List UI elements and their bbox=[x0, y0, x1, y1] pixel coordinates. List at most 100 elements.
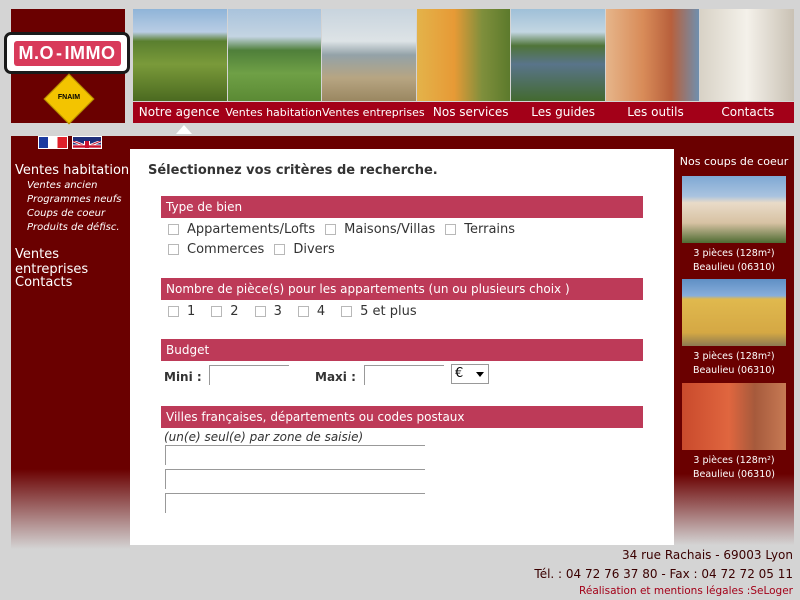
checkbox-label: 4 bbox=[316, 304, 326, 319]
type-bien-row-1: Appartements/Lofts Maisons/Villas Terrai… bbox=[168, 222, 525, 237]
budget-mini-label: Mini : bbox=[164, 370, 202, 384]
sidebar-item-ventes-entreprises[interactable]: Ventes entreprises bbox=[15, 247, 130, 277]
property-location: Beaulieu (06310) bbox=[692, 262, 775, 273]
sidebar-sub-produits-defisc[interactable]: Produits de défisc. bbox=[27, 221, 121, 235]
nav-item-les-guides[interactable]: Les guides bbox=[517, 102, 609, 123]
coup-de-coeur-item[interactable]: 3 pièces (128m²) Beaulieu (06310) bbox=[682, 279, 786, 378]
logo-area[interactable]: M.O - IMMO FNAIM bbox=[4, 9, 130, 125]
mo-immo-logo[interactable]: M.O - IMMO bbox=[4, 32, 130, 74]
nav-item-nos-services[interactable]: Nos services bbox=[425, 102, 517, 123]
checkbox-pieces-4[interactable]: 4 bbox=[297, 304, 326, 319]
left-sidebar: Ventes habitation Ventes ancien Programm… bbox=[11, 149, 130, 549]
header-photo-lake-tree bbox=[322, 9, 416, 101]
search-form-panel: Sélectionnez vos critères de recherche. … bbox=[130, 149, 674, 545]
property-photo[interactable] bbox=[682, 176, 786, 243]
english-flag-icon[interactable] bbox=[72, 136, 102, 149]
ville-input-1[interactable] bbox=[165, 445, 425, 465]
header-photo-village bbox=[416, 9, 511, 101]
language-flags bbox=[38, 136, 102, 149]
checkbox-label: 2 bbox=[230, 304, 239, 319]
chevron-down-icon bbox=[476, 372, 484, 377]
fnaim-text: FNAIM bbox=[57, 94, 81, 101]
footer-address: 34 rue Rachais - 69003 Lyon bbox=[622, 548, 793, 562]
section-header-villes: Villes françaises, départements ou codes… bbox=[161, 406, 643, 428]
checkbox-label: Terrains bbox=[464, 222, 516, 237]
ville-input-2[interactable] bbox=[165, 469, 425, 489]
checkbox-pieces-3[interactable]: 3 bbox=[254, 304, 282, 319]
property-rooms: 3 pièces (128m²) bbox=[693, 351, 775, 362]
nav-item-notre-agence[interactable]: Notre agence bbox=[133, 102, 225, 123]
active-nav-pointer bbox=[176, 125, 192, 134]
type-bien-row-2: Commerces Divers bbox=[168, 242, 345, 257]
page-title: Sélectionnez vos critères de recherche. bbox=[148, 163, 438, 178]
header-photo-window bbox=[700, 9, 795, 101]
property-photo[interactable] bbox=[682, 383, 786, 450]
checkbox-label: 5 et plus bbox=[360, 304, 417, 319]
header-photo-river bbox=[511, 9, 605, 101]
checkbox-pieces-2[interactable]: 2 bbox=[211, 304, 239, 319]
section-header-pieces: Nombre de pièce(s) pour les appartements… bbox=[161, 278, 643, 300]
main-navigation: Notre agence Ventes habitation Ventes en… bbox=[133, 102, 794, 123]
checkbox-label: Commerces bbox=[187, 242, 265, 257]
checkbox-box[interactable] bbox=[297, 306, 309, 317]
checkbox-label: 1 bbox=[187, 304, 196, 319]
checkbox-pieces-5-plus[interactable]: 5 et plus bbox=[341, 304, 417, 319]
coup-de-coeur-item[interactable]: 3 pièces (128m²) Beaulieu (06310) bbox=[682, 176, 786, 275]
property-location: Beaulieu (06310) bbox=[692, 365, 775, 376]
footer-credits-link[interactable]: Réalisation et mentions légales :SeLoger bbox=[579, 585, 793, 597]
ville-input-3[interactable] bbox=[165, 493, 425, 513]
header-photo-horse bbox=[227, 9, 322, 101]
nav-item-contacts[interactable]: Contacts bbox=[702, 102, 794, 123]
logo-text-right: IMMO bbox=[64, 42, 116, 63]
sidebar-item-contacts[interactable]: Contacts bbox=[15, 275, 72, 290]
checkbox-label: 3 bbox=[273, 304, 282, 319]
checkbox-box[interactable] bbox=[168, 244, 179, 255]
header-photo-town bbox=[605, 9, 700, 101]
checkbox-commerces[interactable]: Commerces bbox=[168, 242, 264, 257]
checkbox-appartements[interactable]: Appartements/Lofts bbox=[168, 222, 315, 237]
checkbox-box[interactable] bbox=[445, 224, 457, 235]
budget-maxi-label: Maxi : bbox=[315, 370, 356, 384]
checkbox-label: Appartements/Lofts bbox=[187, 222, 316, 237]
currency-select[interactable]: € bbox=[451, 364, 489, 384]
sidebar-sub-coups-de-coeur[interactable]: Coups de coeur bbox=[27, 207, 121, 221]
nav-item-ventes-habitation[interactable]: Ventes habitation bbox=[225, 102, 322, 123]
nav-item-les-outils[interactable]: Les outils bbox=[609, 102, 701, 123]
header-photo-strip bbox=[133, 9, 795, 101]
sidebar-item-ventes-habitation[interactable]: Ventes habitation bbox=[15, 163, 129, 178]
property-rooms: 3 pièces (128m²) bbox=[693, 248, 775, 259]
coups-de-coeur-sidebar: Nos coups de coeur 3 pièces (128m²) Beau… bbox=[674, 149, 794, 545]
checkbox-box[interactable] bbox=[168, 306, 179, 317]
budget-mini-input[interactable] bbox=[209, 365, 289, 385]
footer-phone: Tél. : 04 72 76 37 80 - Fax : 04 72 72 0… bbox=[534, 567, 793, 581]
checkbox-terrains[interactable]: Terrains bbox=[445, 222, 515, 237]
budget-maxi-input[interactable] bbox=[364, 365, 444, 385]
checkbox-box[interactable] bbox=[341, 306, 353, 317]
logo-text-left: M.O bbox=[18, 42, 54, 63]
checkbox-maisons[interactable]: Maisons/Villas bbox=[325, 222, 435, 237]
french-flag-icon[interactable] bbox=[38, 136, 68, 149]
header-photo-vineyard bbox=[133, 9, 227, 101]
checkbox-pieces-1[interactable]: 1 bbox=[168, 304, 195, 319]
property-rooms: 3 pièces (128m²) bbox=[693, 455, 775, 466]
section-header-budget: Budget bbox=[161, 339, 643, 361]
nav-item-ventes-entreprises[interactable]: Ventes entreprises bbox=[322, 102, 425, 123]
checkbox-box[interactable] bbox=[168, 224, 179, 235]
coup-de-coeur-item[interactable]: 3 pièces (128m²) Beaulieu (06310) bbox=[682, 383, 786, 482]
sidebar-sub-ventes-ancien[interactable]: Ventes ancien bbox=[27, 179, 121, 193]
checkbox-divers[interactable]: Divers bbox=[274, 242, 335, 257]
checkbox-box[interactable] bbox=[325, 224, 337, 235]
currency-value: € bbox=[455, 366, 464, 381]
sidebar-sub-programmes-neufs[interactable]: Programmes neufs bbox=[27, 193, 121, 207]
checkbox-box[interactable] bbox=[211, 306, 223, 317]
checkbox-box[interactable] bbox=[274, 244, 286, 255]
checkbox-label: Divers bbox=[293, 242, 335, 257]
property-photo[interactable] bbox=[682, 279, 786, 346]
checkbox-label: Maisons/Villas bbox=[344, 222, 436, 237]
fnaim-logo: FNAIM bbox=[43, 73, 95, 125]
checkbox-box[interactable] bbox=[254, 306, 266, 317]
property-location: Beaulieu (06310) bbox=[692, 469, 775, 480]
coups-de-coeur-title: Nos coups de coeur bbox=[679, 155, 789, 168]
section-header-type-de-bien: Type de bien bbox=[161, 196, 643, 218]
pieces-row: 1 2 3 4 5 et plus bbox=[168, 304, 427, 319]
